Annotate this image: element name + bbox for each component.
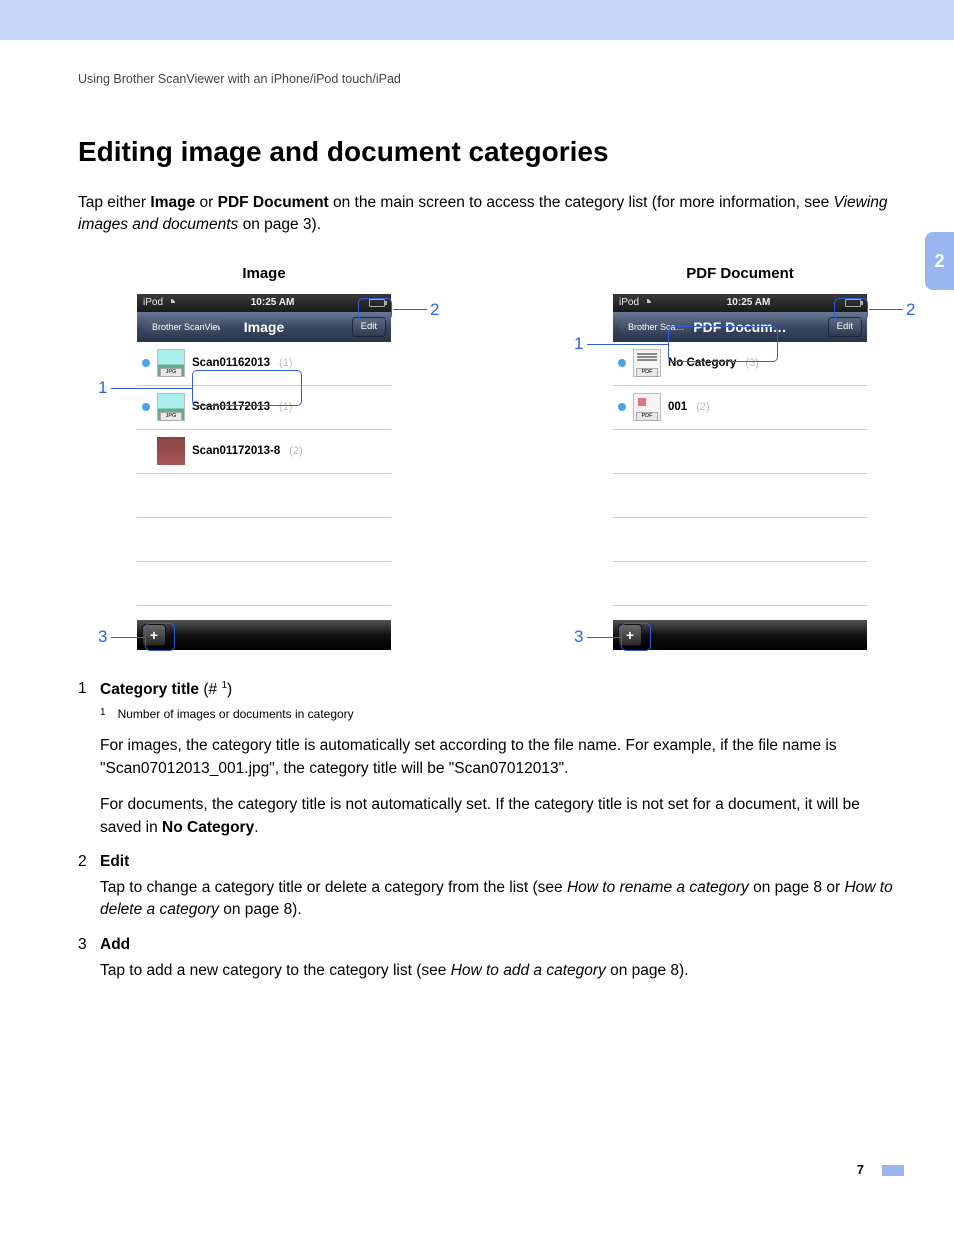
list-item [137, 474, 391, 518]
legend: 1 Category title (# 1) 1 Number of image… [78, 680, 904, 982]
chapter-tab: 2 [925, 232, 954, 290]
category-label: Scan01162013 [192, 357, 270, 369]
legend-item: 2 Edit [78, 853, 904, 871]
list-item[interactable]: 001 (2) [613, 386, 867, 430]
thumbnail-icon [157, 437, 185, 465]
category-list[interactable]: Scan01162013 (1) Scan01172013 (1) Scan01… [137, 342, 391, 620]
list-item [613, 518, 867, 562]
callout-number: 2 [430, 300, 439, 320]
page-number: 7 [78, 1162, 904, 1177]
callout-number: 3 [98, 627, 107, 647]
legend-paragraph: For documents, the category title is not… [100, 794, 904, 839]
nav-title: PDF Docum… [693, 319, 786, 335]
nav-title: Image [244, 319, 284, 335]
legend-item: 3 Add [78, 936, 904, 954]
footnote: 1 Number of images or documents in categ… [100, 707, 904, 721]
list-item[interactable]: No Category (3) [613, 342, 867, 386]
callout-line [111, 637, 145, 638]
add-button[interactable]: + [618, 624, 642, 646]
list-item [613, 430, 867, 474]
legend-paragraph: Tap to change a category title or delete… [100, 877, 904, 922]
callout-line [393, 309, 427, 310]
status-bar: iPod 10:25 AM [613, 294, 867, 312]
edit-button[interactable]: Edit [352, 317, 386, 337]
callout-number: 3 [574, 627, 583, 647]
category-count: (1) [279, 401, 292, 413]
battery-icon [369, 299, 385, 307]
list-item[interactable]: Scan01172013 (1) [137, 386, 391, 430]
category-label: Scan01172013 [192, 401, 270, 413]
unread-dot-icon [618, 359, 626, 367]
list-item[interactable]: Scan01172013-8 (2) [137, 430, 391, 474]
category-count: (2) [696, 401, 709, 413]
legend-item: 1 Category title (# 1) [78, 680, 904, 699]
category-label: Scan01172013-8 [192, 445, 280, 457]
list-item [613, 474, 867, 518]
callout-line [111, 388, 192, 389]
legend-paragraph: Tap to add a new category to the categor… [100, 960, 904, 982]
thumbnail-icon [157, 349, 185, 377]
edit-button[interactable]: Edit [828, 317, 862, 337]
toolbar: + [613, 620, 867, 650]
screenshot-pdf: PDF Document iPod 10:25 AM Brother Sca… … [576, 265, 904, 650]
thumbnail-icon [157, 393, 185, 421]
status-bar: iPod 10:25 AM [137, 294, 391, 312]
intro-paragraph: Tap either Image or PDF Document on the … [78, 192, 904, 237]
screenshot-image: Image iPod 10:25 AM Brother ScanViewer I… [100, 265, 428, 650]
screenshot-label: PDF Document [576, 265, 904, 282]
callout-number: 2 [906, 300, 915, 320]
category-count: (2) [289, 445, 302, 457]
unread-dot-icon [618, 403, 626, 411]
wifi-icon [166, 299, 176, 307]
breadcrumb: Using Brother ScanViewer with an iPhone/… [78, 72, 904, 86]
thumbnail-icon [633, 393, 661, 421]
legend-paragraph: For images, the category title is automa… [100, 735, 904, 780]
thumbnail-icon [633, 349, 661, 377]
screenshot-label: Image [100, 265, 428, 282]
callout-line [587, 637, 621, 638]
page-title: Editing image and document categories [78, 136, 904, 168]
back-button[interactable]: Brother ScanViewer [142, 317, 220, 337]
callout-line [587, 344, 668, 345]
unread-dot-icon [142, 359, 150, 367]
wifi-icon [642, 299, 652, 307]
list-item [137, 518, 391, 562]
unread-dot-icon [142, 447, 150, 455]
category-label: No Category [668, 357, 736, 369]
callout-number: 1 [574, 334, 583, 354]
category-label: 001 [668, 401, 687, 413]
list-item [613, 562, 867, 606]
nav-bar: Brother Sca… PDF Docum… Edit [613, 312, 867, 342]
list-item [137, 562, 391, 606]
add-button[interactable]: + [142, 624, 166, 646]
callout-line [869, 309, 903, 310]
back-button[interactable]: Brother Sca… [618, 317, 691, 337]
category-count: (3) [745, 357, 758, 369]
unread-dot-icon [142, 403, 150, 411]
category-list[interactable]: No Category (3) 001 (2) [613, 342, 867, 620]
toolbar: + [137, 620, 391, 650]
callout-number: 1 [98, 378, 107, 398]
battery-icon [845, 299, 861, 307]
page-top-accent [0, 0, 954, 40]
list-item[interactable]: Scan01162013 (1) [137, 342, 391, 386]
category-count: (1) [279, 357, 292, 369]
nav-bar: Brother ScanViewer Image Edit [137, 312, 391, 342]
